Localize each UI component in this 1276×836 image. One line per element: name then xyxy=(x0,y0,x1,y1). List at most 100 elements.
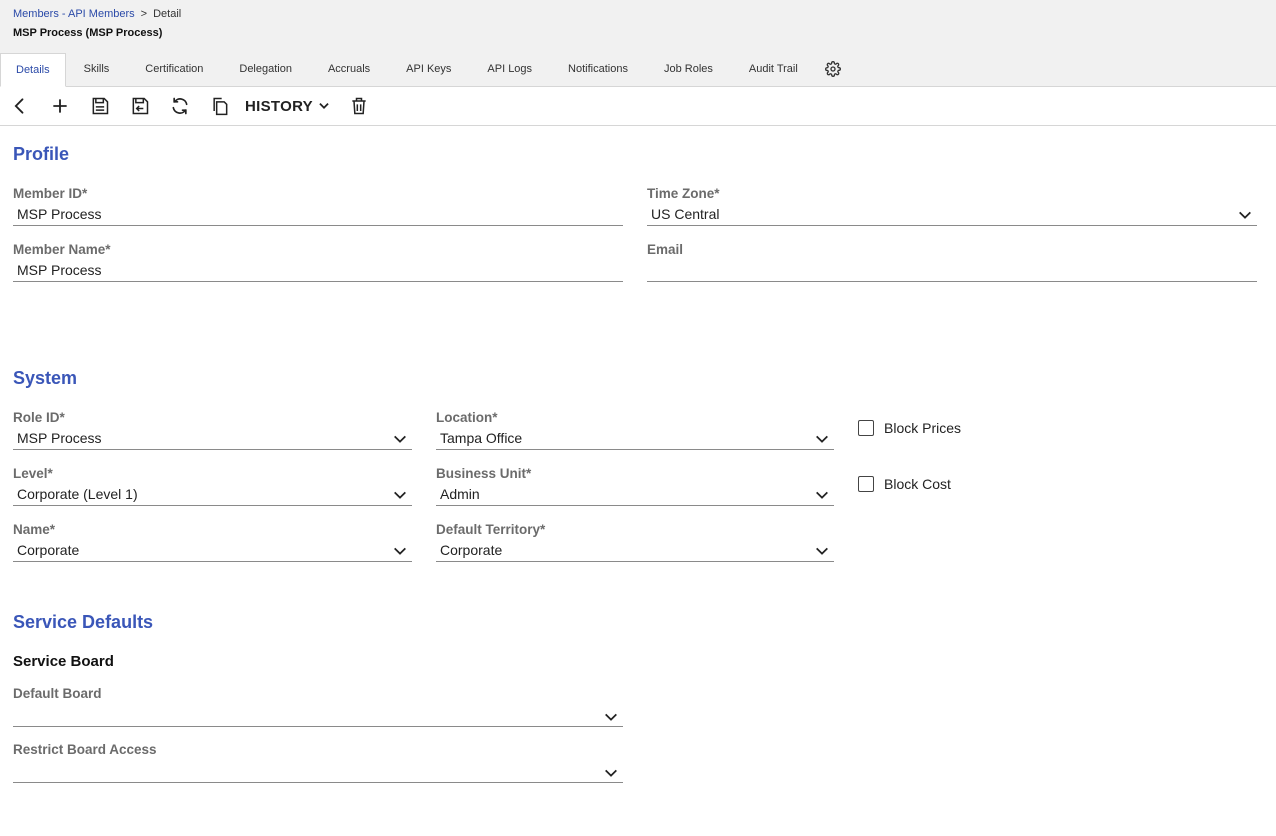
breadcrumb-separator: > xyxy=(140,8,148,20)
tab-bar: Details Skills Certification Delegation … xyxy=(0,53,850,87)
tab-job-roles[interactable]: Job Roles xyxy=(646,53,731,85)
email-label: Email xyxy=(647,242,684,257)
chevron-down-icon xyxy=(319,103,329,109)
business-unit-value: Admin xyxy=(440,486,480,502)
block-prices-label: Block Prices xyxy=(884,420,962,436)
location-label: Location* xyxy=(436,410,498,425)
checkbox-box[interactable] xyxy=(858,476,874,492)
member-name-input[interactable]: MSP Process xyxy=(13,259,623,282)
member-id-input[interactable]: MSP Process xyxy=(13,203,623,226)
chevron-down-icon xyxy=(816,435,828,443)
default-board-select[interactable] xyxy=(13,703,623,727)
business-unit-select[interactable]: Admin xyxy=(436,483,834,506)
tab-api-keys[interactable]: API Keys xyxy=(388,53,469,85)
checkbox-box[interactable] xyxy=(858,420,874,436)
member-name-label: Member Name* xyxy=(13,242,111,257)
location-select[interactable]: Tampa Office xyxy=(436,427,834,450)
email-input[interactable] xyxy=(647,259,1257,282)
chevron-down-icon xyxy=(394,547,406,555)
default-territory-value: Corporate xyxy=(440,542,503,558)
chevron-down-icon xyxy=(394,491,406,499)
block-prices-checkbox[interactable]: Block Prices xyxy=(858,420,961,436)
level-label: Level* xyxy=(13,466,53,481)
name-field: Name* Corporate xyxy=(13,521,412,562)
trash-icon xyxy=(352,97,366,115)
time-zone-field: Time Zone* US Central xyxy=(647,185,1257,226)
refresh-icon xyxy=(172,97,188,115)
page-title: MSP Process (MSP Process) xyxy=(13,27,163,39)
history-dropdown[interactable]: HISTORY xyxy=(240,87,339,125)
location-field: Location* Tampa Office xyxy=(436,409,834,450)
role-id-select[interactable]: MSP Process xyxy=(13,427,412,450)
service-defaults-section-title: Service Defaults xyxy=(13,612,154,632)
role-id-label: Role ID* xyxy=(13,410,65,425)
name-value: Corporate xyxy=(17,542,80,558)
delete-button[interactable] xyxy=(339,87,379,125)
header-bar: Members - API Members > Detail MSP Proce… xyxy=(0,0,1276,87)
restrict-board-access-label: Restrict Board Access xyxy=(13,742,157,757)
plus-icon xyxy=(53,99,67,113)
save-icon xyxy=(92,97,109,115)
save-and-close-button[interactable] xyxy=(120,87,160,125)
chevron-down-icon xyxy=(816,547,828,555)
time-zone-value: US Central xyxy=(651,206,720,222)
tab-delegation[interactable]: Delegation xyxy=(221,53,310,85)
name-select[interactable]: Corporate xyxy=(13,539,412,562)
save-button[interactable] xyxy=(80,87,120,125)
history-label: HISTORY xyxy=(245,97,313,115)
restrict-board-access-select[interactable] xyxy=(13,759,623,783)
level-select[interactable]: Corporate (Level 1) xyxy=(13,483,412,506)
tab-accruals[interactable]: Accruals xyxy=(310,53,388,85)
time-zone-label: Time Zone* xyxy=(647,186,720,201)
copy-icon xyxy=(213,97,228,116)
chevron-down-icon xyxy=(816,491,828,499)
chevron-down-icon xyxy=(605,713,617,721)
role-id-field: Role ID* MSP Process xyxy=(13,409,412,450)
member-name-field: Member Name* MSP Process xyxy=(13,241,623,282)
member-id-value: MSP Process xyxy=(17,206,102,222)
block-cost-checkbox[interactable]: Block Cost xyxy=(858,476,951,492)
restrict-board-access-field: Restrict Board Access xyxy=(13,741,623,783)
default-board-label: Default Board xyxy=(13,686,102,701)
toolbar: HISTORY xyxy=(0,87,1276,126)
breadcrumb-parent-link[interactable]: Members - API Members xyxy=(13,8,135,20)
default-territory-label: Default Territory* xyxy=(436,522,546,537)
save-close-icon xyxy=(132,97,149,115)
tab-notifications[interactable]: Notifications xyxy=(550,53,646,85)
time-zone-select[interactable]: US Central xyxy=(647,203,1257,226)
breadcrumb-current: Detail xyxy=(153,8,182,20)
tab-settings-gear[interactable] xyxy=(816,53,850,85)
profile-section-title: Profile xyxy=(13,144,70,164)
level-value: Corporate (Level 1) xyxy=(17,486,138,502)
default-territory-select[interactable]: Corporate xyxy=(436,539,834,562)
email-field: Email xyxy=(647,241,1257,282)
business-unit-label: Business Unit* xyxy=(436,466,532,481)
member-id-label: Member ID* xyxy=(13,186,88,201)
gear-icon xyxy=(824,61,841,77)
copy-button[interactable] xyxy=(200,87,240,125)
default-territory-field: Default Territory* Corporate xyxy=(436,521,834,562)
member-name-value: MSP Process xyxy=(17,262,102,278)
back-button[interactable] xyxy=(0,87,40,125)
level-field: Level* Corporate (Level 1) xyxy=(13,465,412,506)
chevron-down-icon xyxy=(394,435,406,443)
tab-details[interactable]: Details xyxy=(0,53,66,87)
default-board-field: Default Board xyxy=(13,685,623,727)
member-id-field: Member ID* MSP Process xyxy=(13,185,623,226)
role-id-value: MSP Process xyxy=(17,430,102,446)
business-unit-field: Business Unit* Admin xyxy=(436,465,834,506)
add-button[interactable] xyxy=(40,87,80,125)
tab-certification[interactable]: Certification xyxy=(127,53,221,85)
refresh-button[interactable] xyxy=(160,87,200,125)
chevron-down-icon xyxy=(1239,211,1251,219)
block-cost-label: Block Cost xyxy=(884,476,951,492)
name-label: Name* xyxy=(13,522,56,537)
tab-skills[interactable]: Skills xyxy=(66,53,128,85)
service-board-subtitle: Service Board xyxy=(13,653,114,670)
breadcrumb: Members - API Members > Detail xyxy=(13,8,181,20)
system-section-title: System xyxy=(13,368,78,388)
chevron-down-icon xyxy=(605,769,617,777)
tab-api-logs[interactable]: API Logs xyxy=(469,53,550,85)
tab-audit-trail[interactable]: Audit Trail xyxy=(731,53,816,85)
location-value: Tampa Office xyxy=(440,430,523,446)
